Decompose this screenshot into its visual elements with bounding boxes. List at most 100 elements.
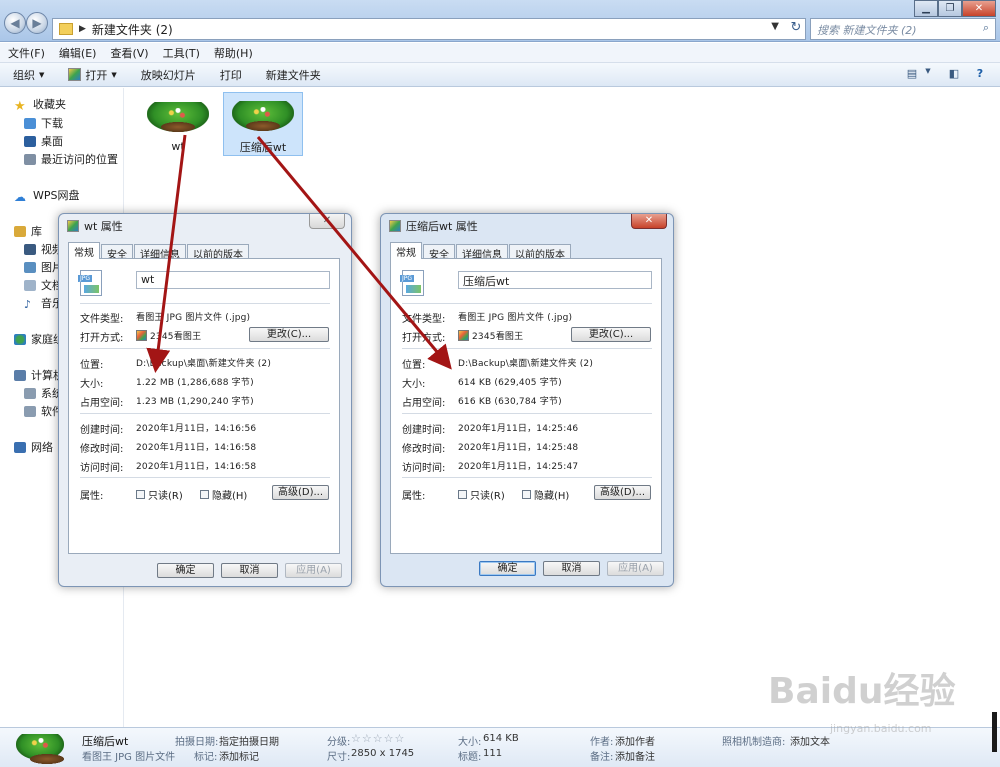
open-with-value: 2345看图王	[472, 332, 524, 342]
nav-computer[interactable]: 计算机	[14, 367, 64, 383]
tab-general[interactable]: 常规	[68, 242, 100, 259]
close-button[interactable]: ✕	[962, 0, 996, 17]
file-thumbnail-wt[interactable]: wt	[141, 94, 215, 156]
change-button[interactable]: 更改(C)...	[571, 327, 651, 342]
apply-button[interactable]: 应用(A)	[607, 561, 664, 576]
tab-general[interactable]: 常规	[390, 242, 422, 259]
title-value[interactable]: 111	[483, 748, 502, 759]
location-row: 位置: D:\Backup\桌面\新建文件夹 (2)	[402, 356, 593, 371]
disk-size-value: 616 KB (630,784 字节)	[458, 397, 562, 407]
nav-favorites[interactable]: ★ 收藏夹	[14, 96, 66, 114]
tags-value[interactable]: 添加标记	[219, 748, 259, 763]
nav-label: 网络	[31, 441, 53, 454]
chevron-down-icon: ▼	[111, 70, 117, 79]
camera-maker-value[interactable]: 添加文本	[790, 733, 830, 748]
author-value[interactable]: 添加作者	[615, 733, 655, 748]
address-bar[interactable]: ▶ 新建文件夹 (2) ▼	[52, 18, 806, 40]
organize-button[interactable]: 组织 ▼	[13, 67, 44, 83]
search-icon[interactable]: ⌕	[983, 21, 989, 35]
download-folder-icon	[24, 117, 36, 129]
image-thumbnail	[228, 93, 298, 139]
restore-button[interactable]: ❐	[938, 0, 962, 17]
cancel-button[interactable]: 取消	[543, 561, 600, 576]
file-thumbnail-compressed-wt[interactable]: 压缩后wt	[223, 92, 303, 156]
view-mode-icon[interactable]: ▤	[904, 67, 920, 83]
advanced-button[interactable]: 高级(D)...	[594, 485, 651, 500]
dialog-close-button[interactable]: ✕	[631, 214, 667, 229]
breadcrumb-folder[interactable]: 新建文件夹 (2)	[92, 21, 173, 38]
nav-homegroup[interactable]: 家庭组	[14, 331, 64, 347]
view-dropdown-icon[interactable]: ▼	[920, 67, 936, 83]
modified-label: 修改时间:	[402, 444, 446, 455]
preview-pane-icon[interactable]: ◧	[946, 67, 962, 83]
rating-stars[interactable]: ☆☆☆☆☆	[351, 732, 405, 745]
checkbox-box	[200, 490, 209, 499]
created-value: 2020年1月11日，14:16:56	[136, 424, 257, 434]
print-button[interactable]: 打印	[220, 67, 242, 83]
image-viewer-icon	[68, 68, 82, 81]
forward-button[interactable]: ▶	[26, 12, 48, 34]
address-dropdown-icon[interactable]: ▼	[771, 21, 779, 32]
file-type-row: 文件类型: 看图王 JPG 图片文件 (.jpg)	[402, 310, 572, 325]
ok-button[interactable]: 确定	[479, 561, 536, 576]
apply-button[interactable]: 应用(A)	[285, 563, 342, 578]
accessed-row: 访问时间: 2020年1月11日，14:25:47	[402, 459, 578, 474]
created-row: 创建时间: 2020年1月11日，14:16:56	[80, 421, 256, 436]
nav-recent[interactable]: 最近访问的位置	[24, 151, 118, 167]
drive-icon	[24, 387, 36, 399]
document-library-icon	[24, 279, 36, 291]
minimize-button[interactable]: ▁	[914, 0, 938, 17]
slideshow-button[interactable]: 放映幻灯片	[141, 67, 196, 83]
folder-icon	[59, 23, 73, 35]
tab-details[interactable]: 详细信息	[456, 244, 508, 261]
open-button[interactable]: 打开 ▼	[68, 67, 117, 83]
open-with-label: 打开方式:	[80, 333, 124, 344]
disk-size-label: 占用空间:	[80, 398, 124, 409]
help-icon[interactable]: ?	[972, 67, 988, 83]
filename-field[interactable]: wt	[136, 271, 330, 289]
menu-help[interactable]: 帮助(H)	[214, 45, 253, 61]
scroll-indicator[interactable]	[992, 712, 997, 752]
drive-icon	[24, 405, 36, 417]
checkbox-box	[522, 490, 531, 499]
filename-field[interactable]: 压缩后wt	[458, 271, 652, 289]
menu-file[interactable]: 文件(F)	[8, 45, 45, 61]
comment-value[interactable]: 添加备注	[615, 748, 655, 763]
advanced-button[interactable]: 高级(D)...	[272, 485, 329, 500]
hidden-checkbox[interactable]: 隐藏(H)	[200, 487, 247, 502]
open-with-row: 打开方式: 2345看图王	[80, 329, 201, 344]
nav-label: WPS网盘	[33, 189, 80, 202]
created-label: 创建时间:	[402, 425, 446, 436]
nav-wps[interactable]: ☁ WPS网盘	[14, 187, 80, 204]
command-toolbar: 组织 ▼ 打开 ▼ 放映幻灯片 打印 新建文件夹 ▤ ▼ ◧ ?	[0, 63, 1000, 87]
new-folder-button[interactable]: 新建文件夹	[266, 67, 321, 83]
readonly-checkbox[interactable]: 只读(R)	[136, 487, 183, 502]
shot-date-value[interactable]: 指定拍摄日期	[219, 733, 279, 748]
nav-downloads[interactable]: 下载	[24, 115, 63, 131]
dialog-close-button[interactable]: ✕	[309, 214, 345, 229]
change-button[interactable]: 更改(C)...	[249, 327, 329, 342]
tab-previous-versions[interactable]: 以前的版本	[187, 244, 249, 261]
tab-security[interactable]: 安全	[101, 244, 133, 261]
menu-tools[interactable]: 工具(T)	[163, 45, 200, 61]
cancel-button[interactable]: 取消	[221, 563, 278, 578]
tab-details[interactable]: 详细信息	[134, 244, 186, 261]
ok-button[interactable]: 确定	[157, 563, 214, 578]
homegroup-icon	[14, 333, 26, 345]
hidden-checkbox[interactable]: 隐藏(H)	[522, 487, 569, 502]
nav-network[interactable]: 网络	[14, 439, 53, 455]
tab-security[interactable]: 安全	[423, 244, 455, 261]
refresh-icon[interactable]: ↻	[786, 20, 806, 38]
accessed-value: 2020年1月11日，14:25:47	[458, 462, 579, 472]
menu-edit[interactable]: 编辑(E)	[59, 45, 97, 61]
nav-libraries[interactable]: 库	[14, 223, 42, 239]
back-button[interactable]: ◀	[4, 12, 26, 34]
location-row: 位置: D:\Backup\桌面\新建文件夹 (2)	[80, 356, 271, 371]
menu-view[interactable]: 查看(V)	[110, 45, 148, 61]
general-panel: JPG 压缩后wt 文件类型: 看图王 JPG 图片文件 (.jpg) 打开方式:…	[390, 258, 662, 554]
search-input[interactable]: 搜索 新建文件夹 (2) ⌕	[810, 18, 996, 40]
nav-desktop[interactable]: 桌面	[24, 133, 63, 149]
tab-previous-versions[interactable]: 以前的版本	[509, 244, 571, 261]
readonly-checkbox[interactable]: 只读(R)	[458, 487, 505, 502]
breadcrumb-separator-icon[interactable]: ▶	[79, 24, 86, 34]
